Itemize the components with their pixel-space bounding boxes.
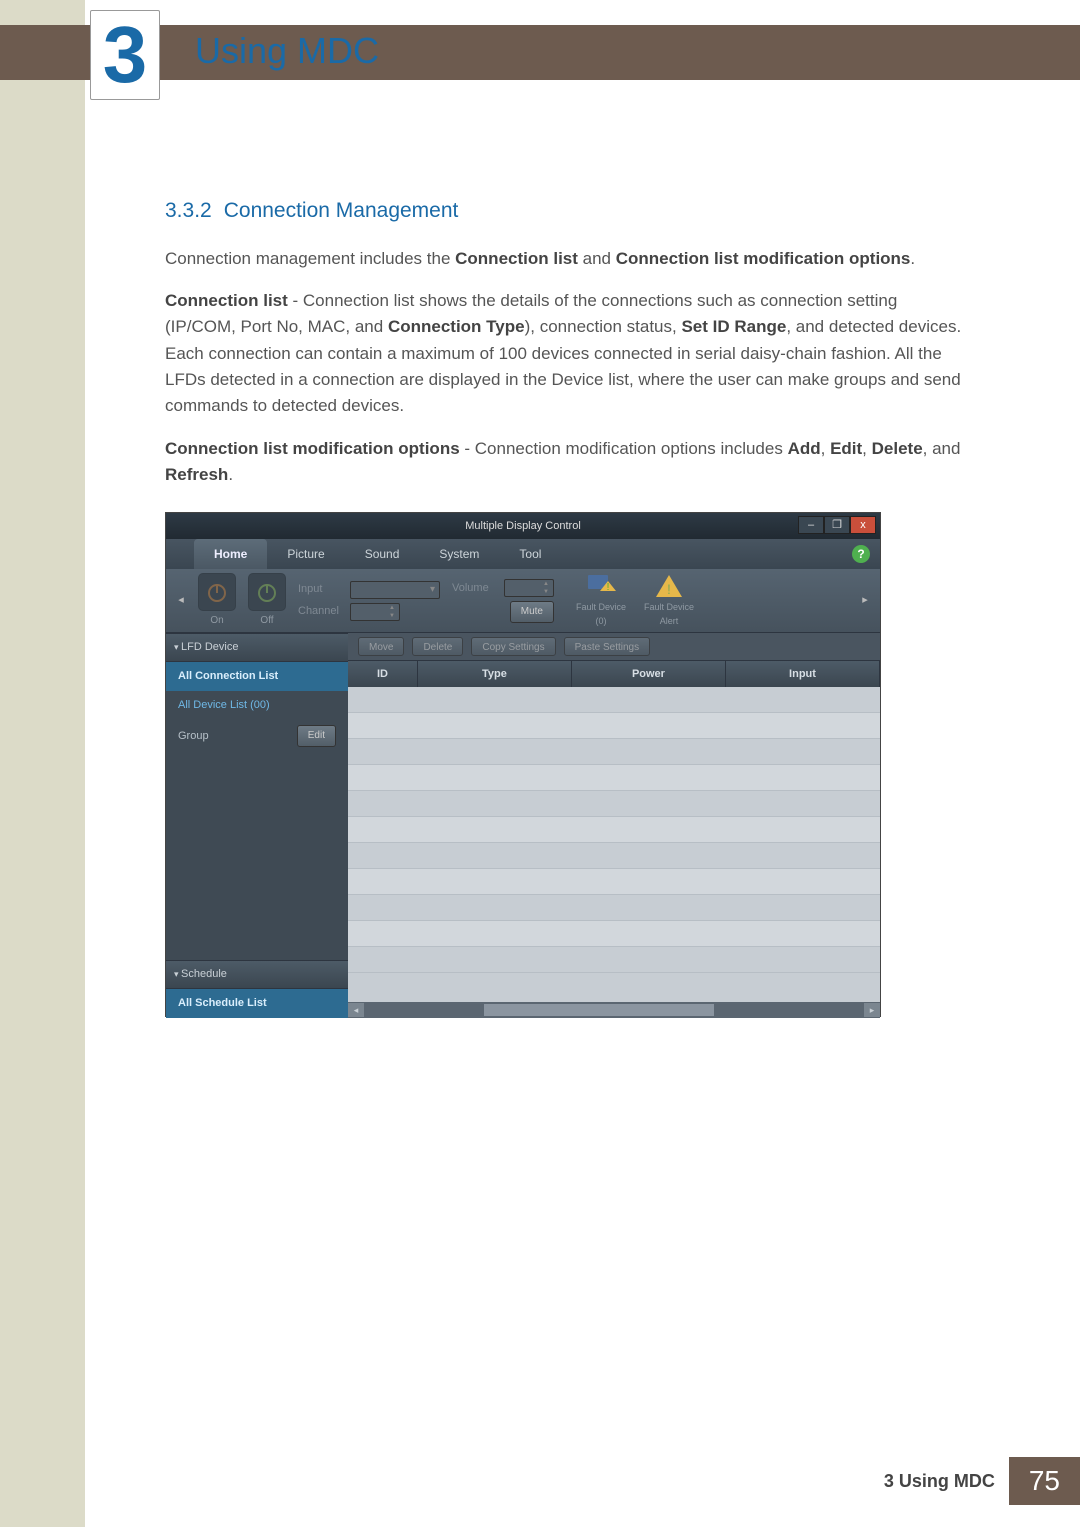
table-row — [348, 843, 880, 869]
power-off-wrap: Off — [248, 573, 286, 629]
power-icon — [255, 580, 279, 604]
side-group-row: Group Edit — [166, 720, 348, 752]
toolbar-scroll-left[interactable]: ◂ — [176, 592, 186, 609]
menu-tabs: Home Picture Sound System Tool — [166, 539, 880, 569]
table-rows — [348, 687, 880, 1002]
side-all-schedule[interactable]: All Schedule List — [166, 989, 348, 1018]
horizontal-scrollbar[interactable]: ◂ ▸ — [348, 1002, 880, 1018]
section-number: 3.3.2 — [165, 199, 212, 222]
window-title: Multiple Display Control — [465, 520, 581, 532]
col-input[interactable]: Input — [726, 661, 880, 687]
tab-system[interactable]: System — [419, 539, 499, 569]
side-all-connection[interactable]: All Connection List — [166, 662, 348, 691]
delete-button[interactable]: Delete — [412, 637, 463, 656]
paragraph-1: Connection management includes the Conne… — [165, 246, 965, 272]
footer: 3 Using MDC 75 — [884, 1457, 1080, 1505]
app-screenshot: Multiple Display Control – ❐ x ? Home Pi… — [165, 512, 881, 1017]
table-row — [348, 869, 880, 895]
side-lfd-header[interactable]: LFD Device — [166, 633, 348, 662]
top-bar — [0, 25, 1080, 80]
fault-device-count[interactable]: ! Fault Device (0) — [576, 573, 626, 629]
table-row — [348, 817, 880, 843]
input-label: Input — [298, 581, 344, 598]
power-on-label: On — [210, 613, 223, 629]
body-content: 3.3.2 Connection Management Connection ma… — [165, 195, 965, 1017]
section-heading: 3.3.2 Connection Management — [165, 195, 965, 228]
table-row — [348, 921, 880, 947]
maximize-button[interactable]: ❐ — [824, 516, 850, 534]
paragraph-2: Connection list - Connection list shows … — [165, 288, 965, 420]
power-off-button[interactable] — [248, 573, 286, 611]
fault-device-alert[interactable]: ! Fault Device Alert — [644, 573, 694, 629]
col-power[interactable]: Power — [572, 661, 726, 687]
power-on-wrap: On — [198, 573, 236, 629]
paragraph-3: Connection list modification options - C… — [165, 436, 965, 489]
volume-spinner[interactable]: ▲▼ — [504, 579, 554, 597]
scrollbar-thumb[interactable] — [484, 1004, 714, 1016]
table-row — [348, 895, 880, 921]
svg-text:!: ! — [667, 581, 671, 597]
minimize-button[interactable]: – — [798, 516, 824, 534]
volume-label: Volume — [452, 580, 498, 597]
tab-sound[interactable]: Sound — [345, 539, 420, 569]
mute-button[interactable]: Mute — [510, 601, 554, 623]
side-panel: LFD Device All Connection List All Devic… — [166, 633, 348, 1018]
side-group-label: Group — [178, 728, 209, 745]
power-on-button[interactable] — [198, 573, 236, 611]
window-titlebar: Multiple Display Control – ❐ x — [166, 513, 880, 539]
footer-label: 3 Using MDC — [884, 1471, 995, 1492]
table-row — [348, 739, 880, 765]
main-area: LFD Device All Connection List All Devic… — [166, 633, 880, 1018]
svg-text:!: ! — [607, 582, 610, 593]
window-buttons: – ❐ x — [798, 516, 876, 534]
tab-picture[interactable]: Picture — [267, 539, 344, 569]
paste-settings-button[interactable]: Paste Settings — [564, 637, 650, 656]
content-pane: Move Delete Copy Settings Paste Settings… — [348, 633, 880, 1018]
table-row — [348, 713, 880, 739]
power-icon — [205, 580, 229, 604]
power-off-label: Off — [260, 613, 273, 629]
channel-spinner[interactable]: ▲▼ — [350, 603, 400, 621]
column-headers: ID Type Power Input — [348, 661, 880, 687]
move-button[interactable]: Move — [358, 637, 404, 656]
side-all-device[interactable]: All Device List (00) — [166, 691, 348, 720]
copy-settings-button[interactable]: Copy Settings — [471, 637, 555, 656]
volume-group: Volume ▲▼ Mute — [452, 579, 554, 623]
action-row: Move Delete Copy Settings Paste Settings — [348, 633, 880, 661]
page-number: 75 — [1009, 1457, 1080, 1505]
table-row — [348, 791, 880, 817]
tab-home[interactable]: Home — [194, 539, 267, 569]
side-schedule-header[interactable]: Schedule — [166, 960, 348, 989]
col-id[interactable]: ID — [348, 661, 418, 687]
input-dropdown[interactable] — [350, 581, 440, 599]
input-group: Input Channel ▲▼ — [298, 581, 440, 621]
side-edit-button[interactable]: Edit — [297, 725, 336, 747]
toolbar-scroll-right[interactable]: ▸ — [860, 592, 870, 609]
sidebar-stripe — [0, 0, 85, 1527]
tab-tool[interactable]: Tool — [499, 539, 561, 569]
table-row — [348, 765, 880, 791]
table-row — [348, 947, 880, 973]
fault-group: ! Fault Device (0) ! Fault Device Alert — [576, 573, 694, 629]
warning-icon: ! — [654, 573, 684, 599]
scroll-left-icon[interactable]: ◂ — [348, 1003, 364, 1017]
page-title: Using MDC — [195, 30, 379, 72]
chapter-number: 3 — [103, 9, 148, 101]
section-title: Connection Management — [224, 199, 459, 222]
toolbar: ◂ On Off Input Channel — [166, 569, 880, 633]
chapter-number-box: 3 — [90, 10, 160, 100]
close-button[interactable]: x — [850, 516, 876, 534]
table-row — [348, 687, 880, 713]
col-type[interactable]: Type — [418, 661, 572, 687]
monitor-warning-icon: ! — [586, 573, 616, 599]
scroll-right-icon[interactable]: ▸ — [864, 1003, 880, 1017]
channel-label: Channel — [298, 603, 344, 620]
